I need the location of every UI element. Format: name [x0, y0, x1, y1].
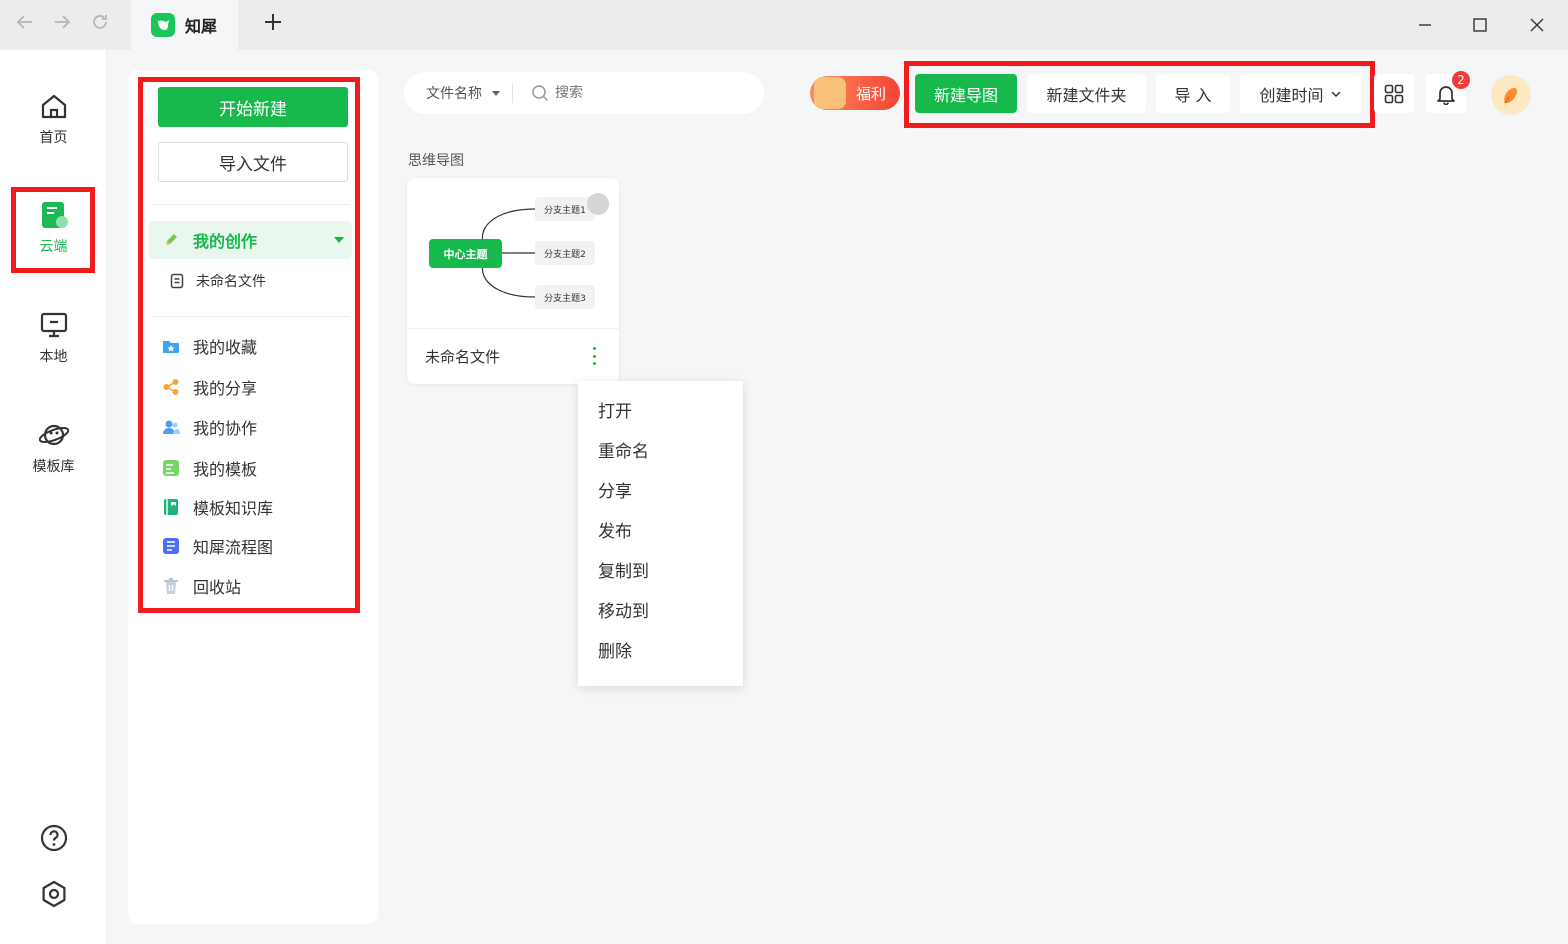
highlight-box-toolbar: [904, 61, 1375, 128]
back-icon[interactable]: [12, 12, 38, 38]
user-avatar[interactable]: [1491, 75, 1531, 115]
app-tab-title: 知犀: [185, 17, 218, 36]
main-nav: [0, 50, 107, 944]
gift-icon: [814, 77, 846, 109]
notification-badge: 2: [1452, 71, 1470, 89]
nav-label-templates: 模板库: [32, 459, 75, 475]
thumb-branch-3: 分支主题3: [544, 292, 586, 304]
search-filter-select[interactable]: 文件名称: [426, 83, 500, 103]
search-divider: [512, 83, 513, 103]
highlight-box-sidebar: [138, 77, 360, 613]
avatar-icon: [1504, 87, 1517, 104]
menu-item-delete[interactable]: 删除: [578, 632, 743, 672]
home-icon: [41, 94, 66, 119]
monitor-icon: [40, 312, 67, 338]
maximize-icon[interactable]: [1465, 10, 1495, 40]
nav-label-home: 首页: [39, 130, 68, 146]
thumb-branch-2: 分支主题2: [544, 248, 586, 260]
caret-down-icon: [492, 90, 500, 96]
menu-item-share[interactable]: 分享: [578, 472, 743, 512]
file-card[interactable]: 中心主题 分支主题1 分支主题2 分支主题3 未命名文件: [407, 178, 619, 384]
nav-item-home[interactable]: 首页: [0, 91, 107, 163]
menu-item-copy-to[interactable]: 复制到: [578, 552, 743, 592]
app-logo-icon: [151, 13, 175, 37]
context-menu: 打开 重命名 分享 发布 复制到 移动到 删除: [578, 381, 743, 686]
nav-label-local: 本地: [39, 349, 68, 365]
menu-item-open[interactable]: 打开: [578, 392, 743, 432]
new-tab-button[interactable]: [259, 10, 287, 40]
nav-item-local[interactable]: 本地: [0, 310, 107, 382]
help-icon: [40, 824, 67, 852]
nav-item-templates[interactable]: 模板库: [0, 420, 107, 492]
card-file-name: 未命名文件: [425, 348, 501, 366]
welfare-button[interactable]: 福利: [810, 76, 900, 110]
thumb-center-topic: 中心主题: [444, 247, 489, 261]
view-toggle-button[interactable]: [1374, 74, 1414, 113]
grid-view-icon: [1384, 84, 1404, 103]
planet-icon: [38, 424, 69, 446]
search-filter-label: 文件名称: [426, 86, 482, 102]
close-icon[interactable]: [1522, 10, 1552, 40]
select-checkbox[interactable]: [587, 193, 609, 215]
menu-item-move-to[interactable]: 移动到: [578, 592, 743, 632]
section-title-mindmaps: 思维导图: [408, 153, 464, 169]
menu-item-rename[interactable]: 重命名: [578, 432, 743, 472]
highlight-box-cloud: [11, 187, 95, 273]
settings-icon: [42, 880, 65, 908]
card-divider: [407, 328, 619, 329]
minimize-icon[interactable]: [1410, 10, 1440, 40]
refresh-icon[interactable]: [87, 12, 113, 38]
search-icon: [532, 85, 549, 102]
thumb-branch-1: 分支主题1: [544, 204, 586, 216]
app-tab[interactable]: 知犀: [131, 0, 238, 50]
help-button[interactable]: [0, 823, 107, 855]
settings-button[interactable]: [0, 879, 107, 911]
search-bar: 文件名称: [404, 72, 764, 114]
menu-item-publish[interactable]: 发布: [578, 512, 743, 552]
title-bar: 知犀: [0, 0, 1568, 50]
welfare-label: 福利: [855, 84, 886, 103]
search-input[interactable]: [555, 85, 745, 101]
forward-icon[interactable]: [49, 12, 75, 38]
more-options-icon[interactable]: [585, 344, 603, 368]
